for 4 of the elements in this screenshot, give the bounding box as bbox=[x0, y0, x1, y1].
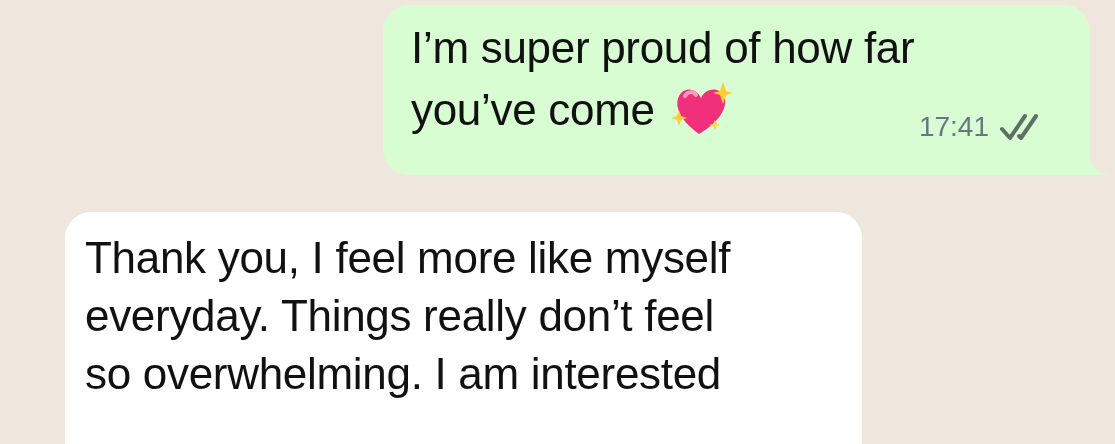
message-time: 17:41 bbox=[918, 111, 989, 143]
message-text: Thank you, I feel more like myself everyday. Things really don’t feel so overwhelming. I am interested bbox=[85, 232, 732, 400]
message-text: you’ve come bbox=[411, 84, 655, 136]
message-text: I’m super proud of how far bbox=[411, 22, 915, 74]
